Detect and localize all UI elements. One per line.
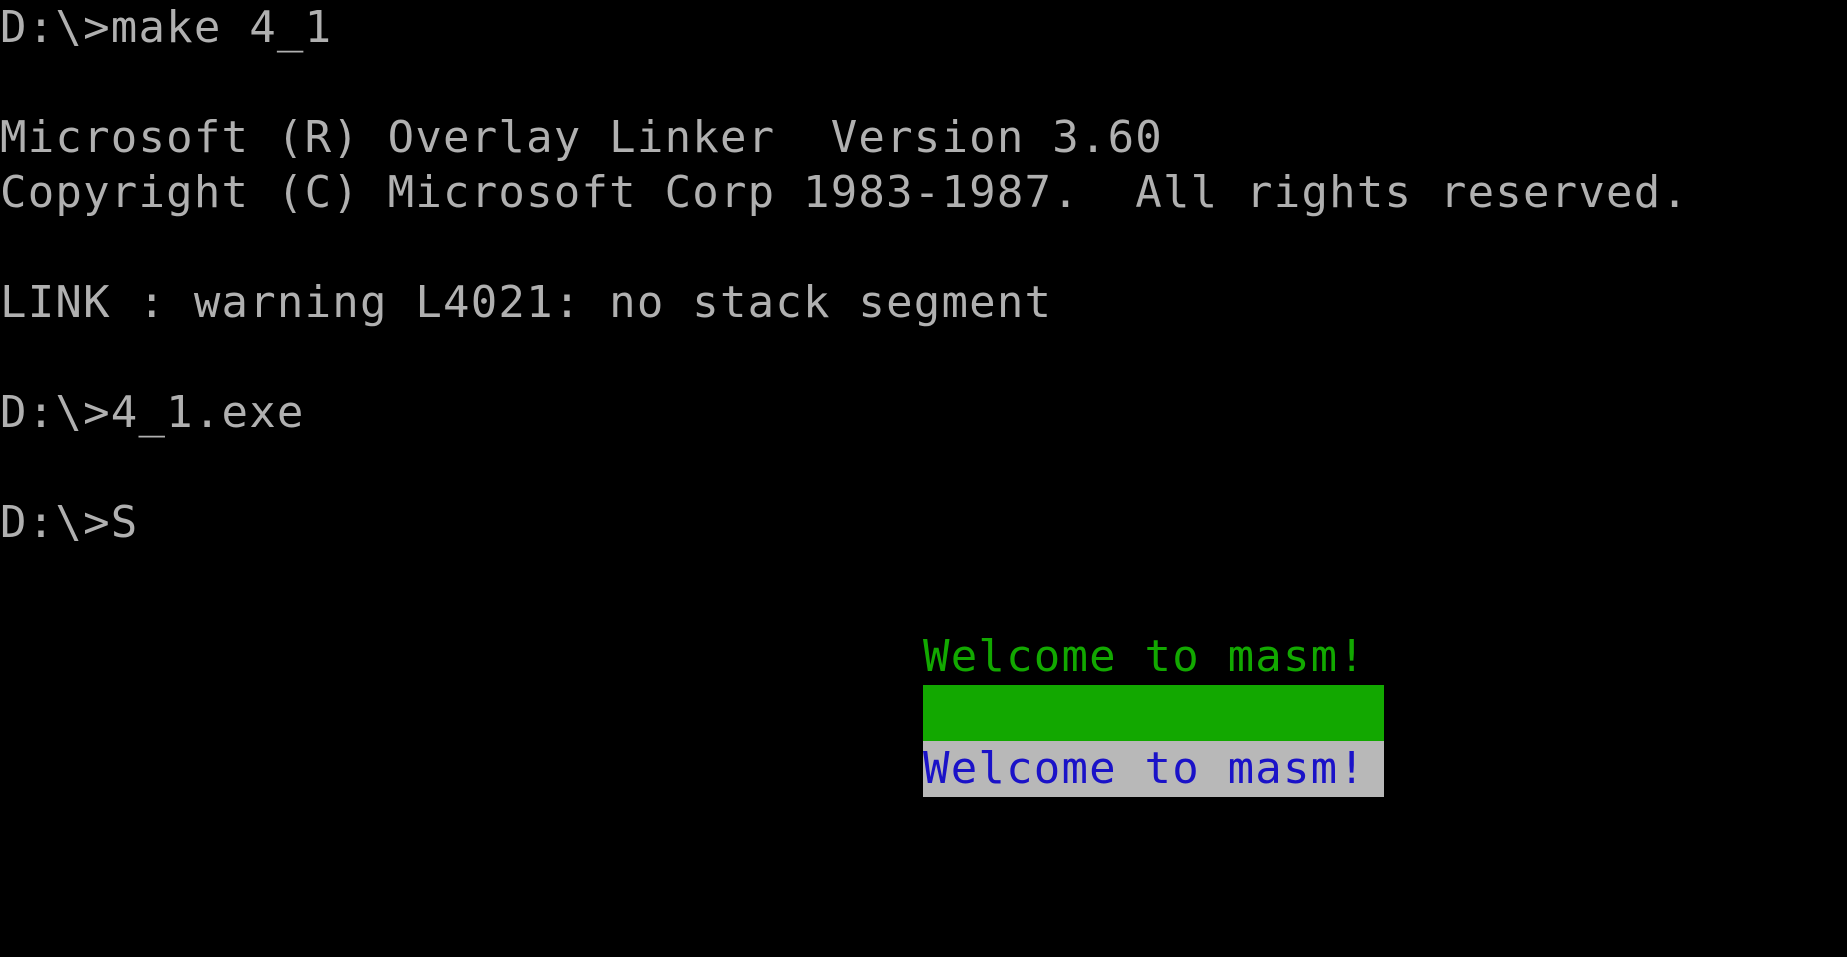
console-line-active-prompt[interactable]: D:\>S xyxy=(0,495,1847,550)
console-line-blank-4 xyxy=(0,440,1847,495)
console-line-linker-version: Microsoft (R) Overlay Linker Version 3.6… xyxy=(0,112,1163,163)
console-line-run-exe-command: D:\>4_1.exe xyxy=(0,387,305,438)
console-line-copyright: Copyright (C) Microsoft Corp 1983-1987. … xyxy=(0,167,1690,218)
program-output-block: Welcome to masm! Welcome to masm! xyxy=(923,629,1384,797)
console-line-blank-1 xyxy=(0,55,1847,110)
program-output-row-green-text: Welcome to masm! xyxy=(923,629,1384,685)
dos-console-screen[interactable]: D:\>make 4_1 Microsoft (R) Overlay Linke… xyxy=(0,0,1847,957)
console-line-blank-3 xyxy=(0,330,1847,385)
program-output-row-blue-on-gray: Welcome to masm! xyxy=(923,741,1384,797)
console-output-area: D:\>make 4_1 Microsoft (R) Overlay Linke… xyxy=(0,0,1847,550)
console-line-make-command: D:\>make 4_1 xyxy=(0,2,333,53)
console-line-link-warning: LINK : warning L4021: no stack segment xyxy=(0,277,1053,328)
program-output-row-green-bar xyxy=(923,685,1384,741)
console-line-blank-2 xyxy=(0,220,1847,275)
